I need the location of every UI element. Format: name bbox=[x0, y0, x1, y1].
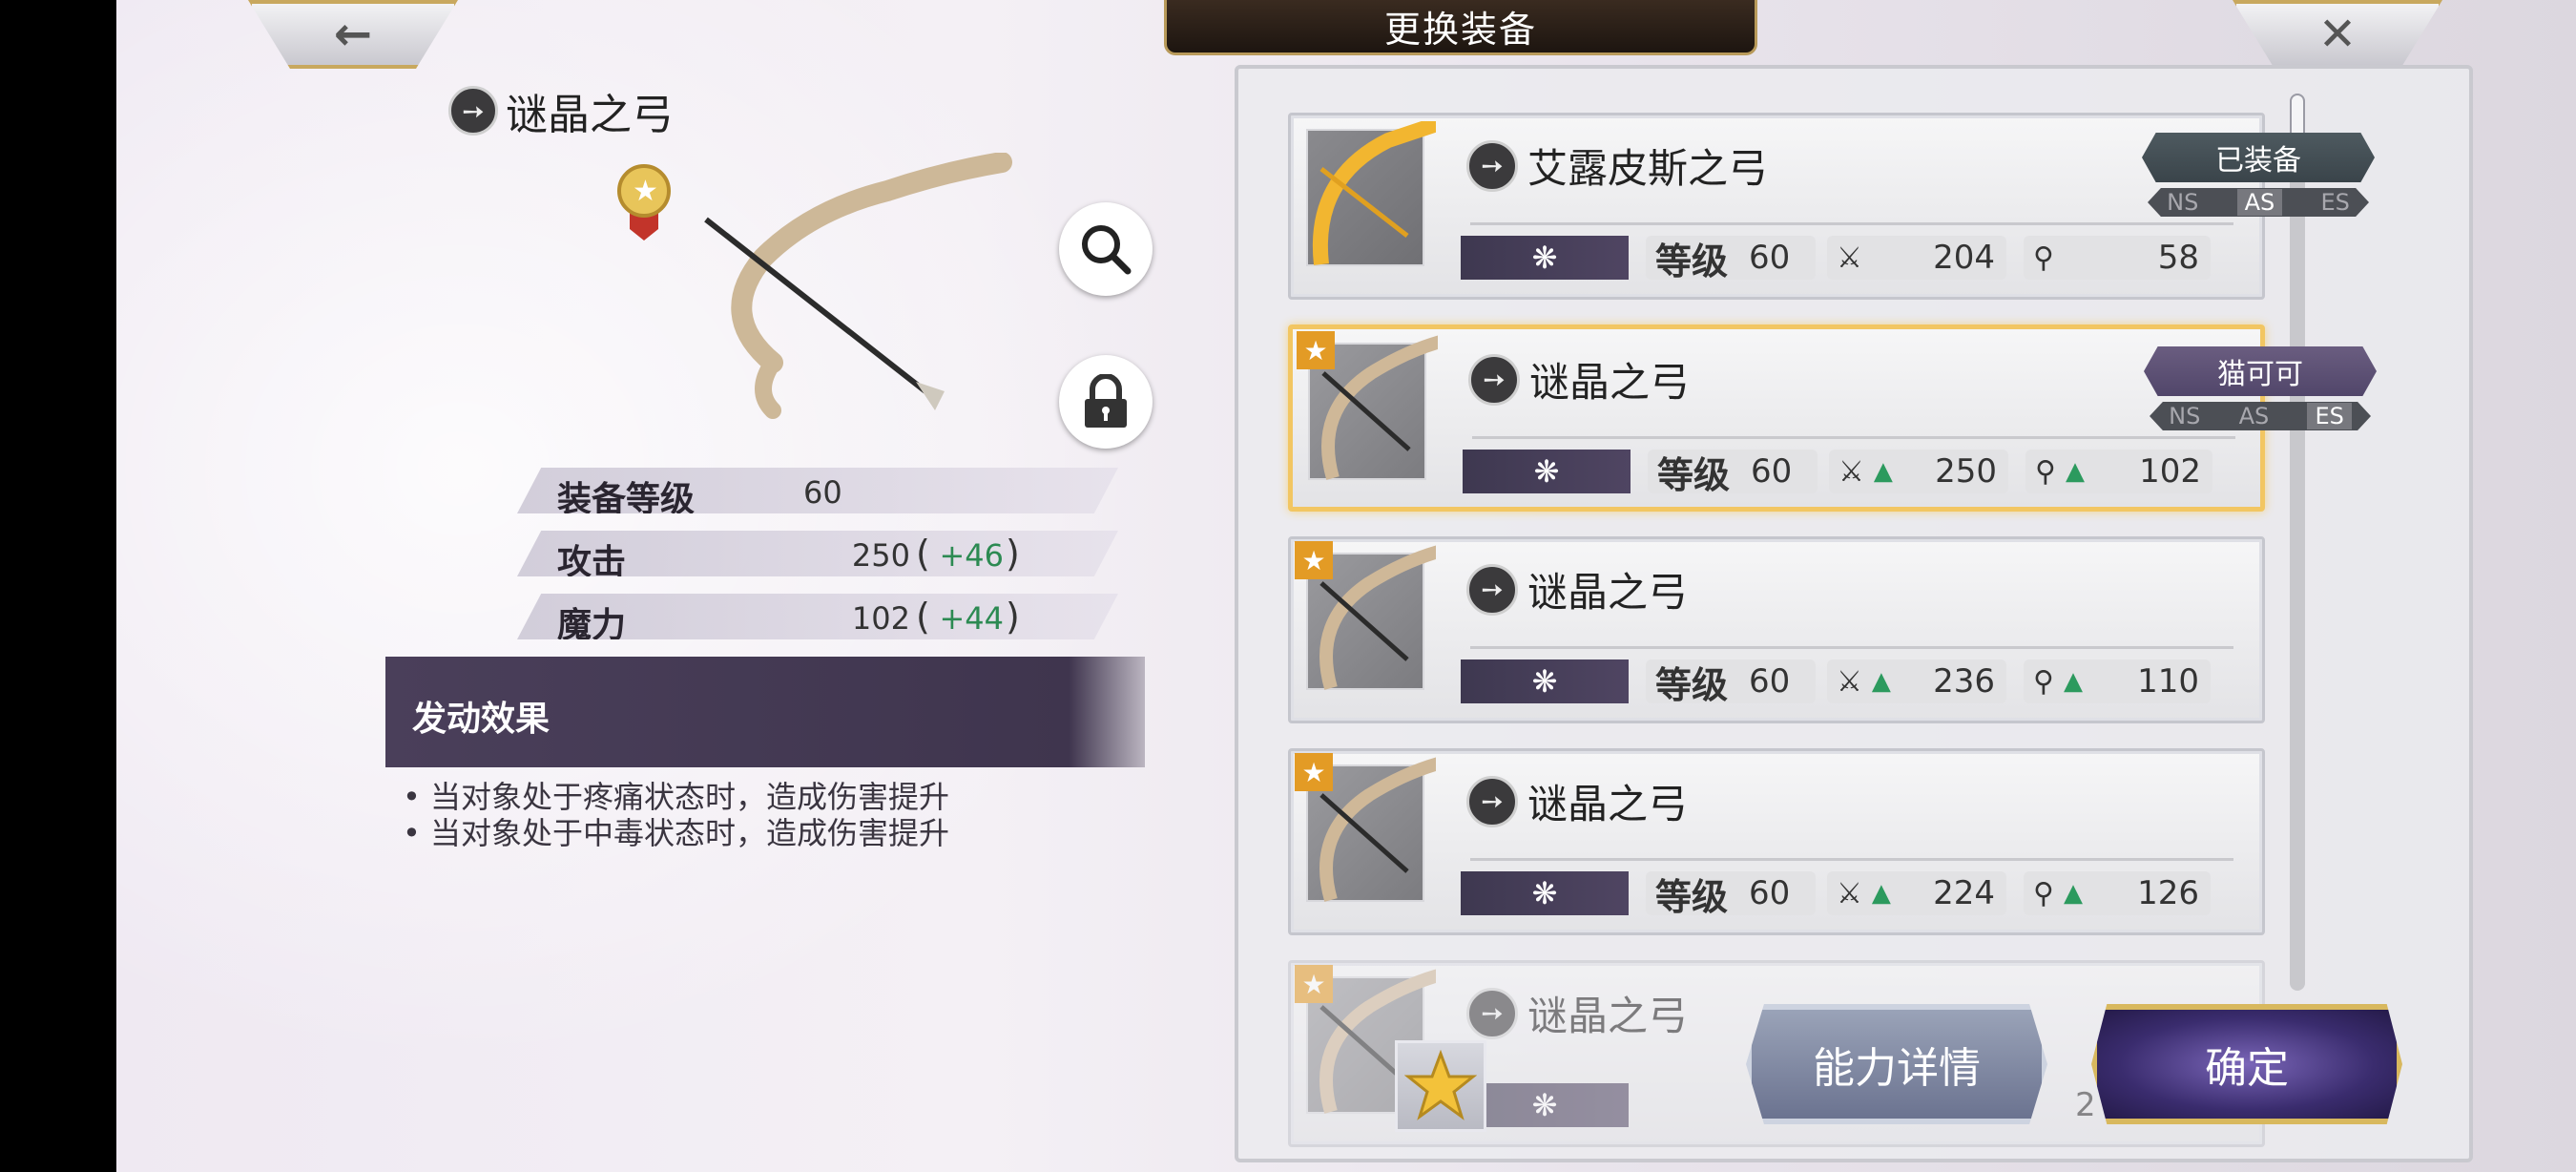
attack-chip: ⚔ ▲ 236 bbox=[1827, 659, 2006, 703]
card-title: ➙ 谜晶之弓 bbox=[1466, 984, 1688, 1042]
slot-icon: ❋ bbox=[1461, 871, 1629, 915]
slot-icon: ❋ bbox=[1463, 450, 1631, 493]
divider bbox=[1470, 646, 2233, 649]
level-chip: 等级 60 bbox=[1646, 871, 1816, 918]
equipment-screen: ← 更换装备 ✕ ➙ 谜晶之弓 ★ 装备等级 60 攻击 250 (+46)… bbox=[116, 0, 2576, 1172]
screen-title: 更换装备 bbox=[1164, 0, 1757, 55]
magic-chip: ⚲ ▲ 110 bbox=[2024, 659, 2211, 703]
partial-value: 2 bbox=[2075, 1086, 2096, 1124]
sword-icon: ⚔ bbox=[1837, 664, 1862, 699]
arrow-up-icon: ▲ bbox=[2063, 667, 2083, 696]
bow-type-icon: ➙ bbox=[1466, 139, 1518, 192]
staff-icon: ⚲ bbox=[2033, 241, 2054, 275]
arrow-up-icon: ▲ bbox=[2065, 457, 2085, 486]
magic-chip: ⚲ ▲ 102 bbox=[2025, 450, 2212, 493]
bow-type-icon: ➙ bbox=[1466, 987, 1518, 1039]
equipment-card[interactable]: ★ ➙ 谜晶之弓 ❋ 等级 60 ⚔ ▲ 236 ⚲ ▲ 110 bbox=[1288, 536, 2265, 723]
card-title: ➙ 谜晶之弓 bbox=[1466, 772, 1688, 830]
arrow-up-icon: ▲ bbox=[1873, 457, 1893, 486]
attack-chip: ⚔ ▲ 224 bbox=[1827, 871, 2006, 915]
effect-list: • 当对象处于疼痛状态时，造成伤害提升 • 当对象处于中毒状态时，造成伤害提升 bbox=[403, 779, 949, 851]
effect-line: • 当对象处于疼痛状态时，造成伤害提升 bbox=[403, 779, 950, 815]
stat-row-magic: 魔力 102 ( +44 ) bbox=[517, 594, 1118, 639]
effect-banner: 发动效果 bbox=[385, 657, 1145, 767]
divider bbox=[1470, 858, 2233, 861]
paren-close: ) bbox=[1006, 596, 1020, 638]
equipped-tag: 已装备 bbox=[2142, 133, 2375, 182]
lock-icon bbox=[1085, 374, 1127, 428]
equipment-card-selected[interactable]: ★ ➙ 谜晶之弓 猫可可 NS AS ES ❋ 等级 60 ⚔ ▲ 250 ⚲ … bbox=[1288, 324, 2377, 512]
arrow-up-icon: ▲ bbox=[1871, 667, 1891, 696]
divider bbox=[1470, 222, 2233, 225]
close-icon: ✕ bbox=[2317, 8, 2358, 61]
card-title: ➙ 谜晶之弓 bbox=[1466, 560, 1688, 618]
confirm-button[interactable]: 确定 bbox=[2091, 1004, 2402, 1124]
staff-icon: ⚲ bbox=[2033, 876, 2054, 910]
level-chip: 等级 60 bbox=[1646, 659, 1816, 706]
list-scrollbar[interactable] bbox=[2290, 94, 2305, 991]
stat-row-level: 装备等级 60 bbox=[517, 468, 1118, 513]
sword-icon: ⚔ bbox=[1837, 241, 1862, 275]
magic-chip: ⚲ ▲ 126 bbox=[2024, 871, 2211, 915]
selected-item-title: ➙ 谜晶之弓 bbox=[448, 80, 674, 141]
level-chip: 等级 60 bbox=[1648, 450, 1818, 496]
sword-icon: ⚔ bbox=[1837, 876, 1862, 910]
star-icon: ★ bbox=[1295, 753, 1333, 791]
sword-icon: ⚔ bbox=[1839, 454, 1864, 489]
owner-tag: 猫可可 bbox=[2144, 346, 2377, 396]
close-button[interactable]: ✕ bbox=[2233, 0, 2442, 69]
staff-icon: ⚲ bbox=[2033, 664, 2054, 699]
weapon-art: ★ bbox=[601, 152, 1021, 429]
equipment-card[interactable]: ★ ➙ 谜晶之弓 ❋ 等级 60 ⚔ ▲ 224 ⚲ ▲ 126 bbox=[1288, 748, 2265, 935]
attack-chip: ⚔ ▲ 250 bbox=[1829, 450, 2008, 493]
arrow-up-icon: ▲ bbox=[1871, 879, 1891, 908]
bow-type-icon: ➙ bbox=[1466, 563, 1518, 616]
bow-type-icon: ➙ bbox=[1466, 775, 1518, 827]
bow-type-icon: ➙ bbox=[1468, 353, 1520, 406]
divider bbox=[1472, 436, 2235, 439]
attack-chip: ⚔ 204 bbox=[1827, 236, 2006, 280]
stat-row-attack: 攻击 250 ( +46 ) bbox=[517, 531, 1118, 576]
mode-indicator: NS AS ES bbox=[2150, 402, 2371, 430]
arrow-up-icon: ▲ bbox=[2063, 879, 2083, 908]
card-title: ➙ 艾露皮斯之弓 bbox=[1466, 136, 1768, 195]
weapon-thumbnail bbox=[1306, 121, 1436, 266]
effect-line: • 当对象处于中毒状态时，造成伤害提升 bbox=[403, 815, 950, 851]
star-icon: ★ bbox=[1295, 965, 1333, 1003]
star-icon bbox=[1404, 1050, 1477, 1120]
star-icon: ★ bbox=[1297, 331, 1335, 369]
favorite-button[interactable] bbox=[1395, 1040, 1486, 1132]
bow-type-icon: ➙ bbox=[448, 86, 498, 136]
back-button[interactable]: ← bbox=[248, 0, 458, 69]
star-icon: ★ bbox=[1295, 541, 1333, 579]
lock-button[interactable] bbox=[1059, 355, 1153, 449]
search-icon bbox=[1082, 225, 1132, 275]
level-chip: 等级 60 bbox=[1646, 236, 1816, 283]
slot-icon: ❋ bbox=[1461, 236, 1629, 280]
zoom-button[interactable] bbox=[1059, 202, 1153, 296]
paren-close: ) bbox=[1006, 533, 1020, 575]
slot-icon: ❋ bbox=[1461, 659, 1629, 703]
ability-details-button[interactable]: 能力详情 bbox=[1746, 1004, 2047, 1124]
magic-chip: ⚲ 58 bbox=[2024, 236, 2211, 280]
svg-text:★: ★ bbox=[633, 175, 658, 208]
card-title: ➙ 谜晶之弓 bbox=[1468, 350, 1690, 408]
mode-indicator: NS AS ES bbox=[2148, 188, 2369, 217]
equipment-card[interactable]: ➙ 艾露皮斯之弓 已装备 NS AS ES ❋ 等级 60 ⚔ 204 ⚲ 58 bbox=[1288, 113, 2375, 300]
arrow-left-icon: ← bbox=[333, 8, 373, 61]
staff-icon: ⚲ bbox=[2035, 454, 2056, 489]
